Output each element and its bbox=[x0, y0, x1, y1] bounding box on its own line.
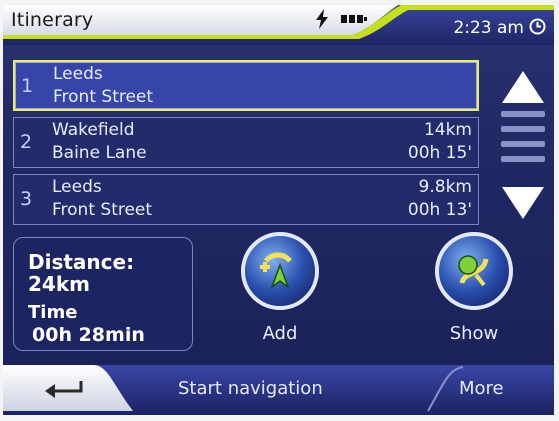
distance-label: Distance: bbox=[28, 250, 135, 274]
scrollbar-tick bbox=[501, 111, 545, 117]
itinerary-duration: 00h 15' bbox=[407, 143, 472, 163]
clock-time: 2:23 am bbox=[453, 18, 524, 38]
start-navigation-button[interactable]: Start navigation bbox=[178, 378, 323, 399]
charging-bolt-icon bbox=[316, 9, 328, 29]
itinerary-city: Wakefield bbox=[52, 120, 135, 140]
time-value: 00h 28min bbox=[32, 324, 145, 346]
scrollbar-tick bbox=[501, 141, 545, 147]
time-label: Time bbox=[28, 302, 78, 323]
distance-value: 24km bbox=[28, 272, 90, 296]
itinerary-street: Front Street bbox=[53, 87, 154, 107]
itinerary-street: Front Street bbox=[52, 200, 153, 220]
status-icons bbox=[313, 9, 371, 29]
itinerary-duration: 00h 13' bbox=[407, 200, 472, 220]
scroll-up-arrow-icon[interactable] bbox=[500, 69, 546, 105]
itinerary-item-1[interactable]: 1 Leeds Front Street bbox=[13, 60, 479, 111]
show-button[interactable]: Show bbox=[434, 231, 514, 351]
clock-icon bbox=[529, 18, 546, 35]
bottom-bar: Start navigation More bbox=[3, 365, 554, 415]
scroll-down-arrow-icon[interactable] bbox=[500, 185, 546, 221]
scrollbar-tick bbox=[501, 156, 545, 162]
itinerary-index: 2 bbox=[20, 131, 33, 153]
itinerary-item-2[interactable]: 2 Wakefield Baine Lane 14km 00h 15' bbox=[13, 117, 479, 168]
itinerary-item-3[interactable]: 3 Leeds Front Street 9.8km 00h 13' bbox=[13, 174, 479, 225]
scrollbar-tick bbox=[501, 126, 545, 132]
itinerary-index: 1 bbox=[21, 75, 34, 97]
device-frame: Itinerary 2:23 am 1 Leeds Front Street 2… bbox=[0, 0, 559, 421]
show-button-label: Show bbox=[449, 323, 499, 344]
itinerary-distance: 9.8km bbox=[418, 177, 472, 197]
add-button[interactable]: Add bbox=[240, 231, 320, 351]
scrollbar-track[interactable] bbox=[501, 111, 545, 171]
show-route-icon bbox=[435, 232, 513, 310]
itinerary-city: Leeds bbox=[53, 64, 103, 84]
itinerary-index: 3 bbox=[20, 188, 33, 210]
navigation-screen: Itinerary 2:23 am 1 Leeds Front Street 2… bbox=[3, 5, 554, 415]
itinerary-city: Leeds bbox=[52, 177, 102, 197]
add-button-label: Add bbox=[262, 323, 298, 344]
route-summary-box: Distance: 24km Time 00h 28min bbox=[13, 237, 193, 351]
battery-icon bbox=[341, 15, 367, 23]
back-arrow-icon bbox=[45, 381, 83, 398]
itinerary-distance: 14km bbox=[423, 120, 472, 140]
itinerary-street: Baine Lane bbox=[52, 143, 147, 163]
more-button[interactable]: More bbox=[459, 378, 504, 399]
header-bar: Itinerary 2:23 am bbox=[3, 5, 554, 45]
add-waypoint-icon bbox=[241, 232, 319, 310]
back-button[interactable] bbox=[11, 365, 121, 411]
page-title: Itinerary bbox=[11, 9, 94, 31]
